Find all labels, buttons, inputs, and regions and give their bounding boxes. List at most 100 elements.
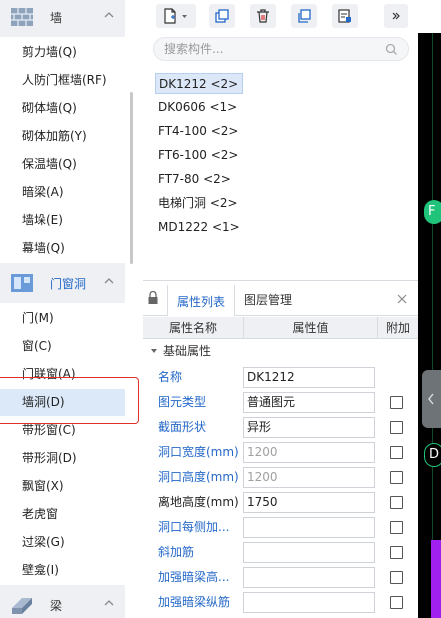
property-extra-checkbox[interactable] — [390, 521, 403, 534]
category-label: 梁 — [50, 598, 63, 613]
wall-icon — [11, 8, 33, 26]
list-item[interactable]: FT4-100 <2> — [155, 121, 242, 142]
tree-scrollbar[interactable] — [130, 92, 133, 264]
column-header-value: 属性值 — [243, 317, 378, 339]
property-row: 离地高度(mm) 1750 — [143, 490, 418, 515]
axis-marker-f[interactable]: F — [424, 200, 441, 224]
tree-item-civil-defense-wall[interactable]: 人防门框墙(RF) — [0, 67, 125, 94]
component-list: DK1212 <2> DK0606 <1> FT4-100 <2> FT6-10… — [143, 68, 418, 280]
property-group-basic[interactable]: 基础属性 — [143, 340, 418, 362]
tab-property-list[interactable]: 属性列表 — [167, 284, 235, 316]
property-extra-checkbox[interactable] — [390, 471, 403, 484]
canvas-axis-line — [432, 33, 433, 618]
component-toolbar — [143, 0, 418, 33]
tree-item-lintel[interactable]: 过梁(G) — [0, 529, 125, 556]
tab-layer-management[interactable]: 图层管理 — [244, 284, 292, 316]
property-row: 洞口宽度(mm) 1200 — [143, 440, 418, 465]
category-door-window[interactable]: 门窗洞 — [0, 263, 125, 303]
column-header-extra: 附加 — [385, 321, 410, 335]
tree-item-door[interactable]: 门(M) — [0, 305, 125, 332]
collapse-panel-handle[interactable] — [422, 370, 441, 428]
list-item[interactable]: 电梯门洞 <2> — [155, 193, 242, 214]
tree-item-wall-pier[interactable]: 墙垛(E) — [0, 207, 125, 234]
property-name: 加强暗梁纵筋 — [158, 595, 231, 609]
new-file-icon — [164, 8, 187, 24]
list-item[interactable]: DK1212 <2> — [155, 73, 244, 94]
canvas-top-margin — [418, 0, 441, 33]
list-item[interactable]: DK0606 <1> — [155, 97, 241, 118]
tree-item-window[interactable]: 窗(C) — [0, 333, 125, 360]
property-value-input[interactable]: DK1212 — [243, 367, 375, 388]
axis-marker-d[interactable]: D — [424, 443, 441, 467]
double-chevron-right-icon — [392, 12, 400, 20]
canvas-element-purple[interactable] — [431, 540, 441, 618]
property-extra-checkbox[interactable] — [390, 446, 403, 459]
tree-item-hidden-beam[interactable]: 暗梁(A) — [0, 179, 125, 206]
property-value-input[interactable]: 异形 — [243, 417, 375, 438]
property-row: 加强暗梁高... — [143, 565, 418, 590]
tree-item-strip-opening[interactable]: 带形洞(D) — [0, 445, 125, 472]
caret-down-icon — [151, 349, 157, 353]
chevron-up-icon[interactable] — [103, 275, 115, 287]
chevron-up-icon[interactable] — [103, 9, 115, 21]
search-box — [153, 37, 409, 61]
property-value-input[interactable]: 1200 — [243, 467, 375, 488]
chevron-left-icon — [428, 393, 434, 405]
list-item[interactable]: FT7-80 <2> — [155, 169, 235, 190]
property-value-input[interactable]: 1200 — [243, 442, 375, 463]
drawing-canvas[interactable] — [418, 0, 441, 618]
property-value-input[interactable] — [243, 542, 375, 563]
column-header-name: 属性名称 — [168, 321, 217, 335]
component-tree: 墙 剪力墙(Q) 人防门框墙(RF) 砌体墙(Q) 砌体加筋(Y) 保温墙(Q)… — [0, 0, 139, 618]
search-icon[interactable] — [385, 43, 398, 56]
search-input[interactable] — [164, 41, 374, 57]
property-name: 截面形状 — [158, 420, 207, 434]
copy-component-button[interactable] — [209, 4, 235, 28]
category-wall[interactable]: 墙 — [0, 0, 125, 37]
close-icon[interactable] — [396, 293, 408, 305]
library-icon — [338, 9, 351, 23]
property-value-input[interactable] — [243, 592, 375, 613]
property-row: 截面形状 异形 — [143, 415, 418, 440]
chevron-up-icon[interactable] — [103, 597, 115, 609]
copy-to-floor-button[interactable] — [291, 4, 317, 28]
property-row: 洞口每侧加... — [143, 515, 418, 540]
property-extra-checkbox[interactable] — [390, 546, 403, 559]
property-extra-checkbox[interactable] — [390, 571, 403, 584]
tree-item-dormer-window[interactable]: 老虎窗 — [0, 501, 125, 528]
tree-item-shear-wall[interactable]: 剪力墙(Q) — [0, 39, 125, 66]
category-label: 门窗洞 — [50, 276, 87, 291]
tree-item-masonry-wall[interactable]: 砌体墙(Q) — [0, 95, 125, 122]
lock-icon[interactable] — [147, 290, 159, 306]
property-row: 名称 DK1212 — [143, 365, 418, 390]
layers-copy-icon — [298, 9, 311, 23]
property-name: 洞口宽度(mm) — [158, 445, 239, 459]
highlight-box — [0, 377, 139, 424]
property-extra-checkbox[interactable] — [390, 396, 403, 409]
tree-item-insulation-wall[interactable]: 保温墙(Q) — [0, 151, 125, 178]
beam-icon — [12, 598, 32, 614]
component-library-button[interactable] — [332, 4, 358, 28]
property-value-input[interactable]: 普通图元 — [243, 392, 375, 413]
copy-icon — [215, 9, 229, 23]
category-beam[interactable]: 梁 — [0, 585, 125, 618]
tree-item-niche[interactable]: 壁龛(I) — [0, 557, 125, 584]
property-extra-checkbox[interactable] — [390, 596, 403, 609]
properties-panel: 属性列表 图层管理 属性名称 属性值 附加 基础属性 名称 DK1212 图元类… — [143, 284, 418, 618]
property-extra-checkbox[interactable] — [390, 496, 403, 509]
trash-icon — [257, 9, 269, 23]
property-extra-checkbox[interactable] — [390, 421, 403, 434]
new-component-button[interactable] — [156, 4, 196, 28]
tree-item-masonry-rebar[interactable]: 砌体加筋(Y) — [0, 123, 125, 150]
property-value-input[interactable] — [243, 517, 375, 538]
property-value-input[interactable] — [243, 567, 375, 588]
tree-item-curtain-wall[interactable]: 幕墙(Q) — [0, 235, 125, 262]
delete-component-button[interactable] — [250, 4, 276, 28]
list-item[interactable]: MD1222 <1> — [155, 217, 244, 238]
tree-item-bay-window[interactable]: 飘窗(X) — [0, 473, 125, 500]
list-item[interactable]: FT6-100 <2> — [155, 145, 242, 166]
panel-divider[interactable] — [143, 280, 418, 281]
expand-toolbar-button[interactable] — [384, 4, 408, 28]
property-value-input[interactable]: 1750 — [243, 492, 375, 513]
property-row: 斜加筋 — [143, 540, 418, 565]
